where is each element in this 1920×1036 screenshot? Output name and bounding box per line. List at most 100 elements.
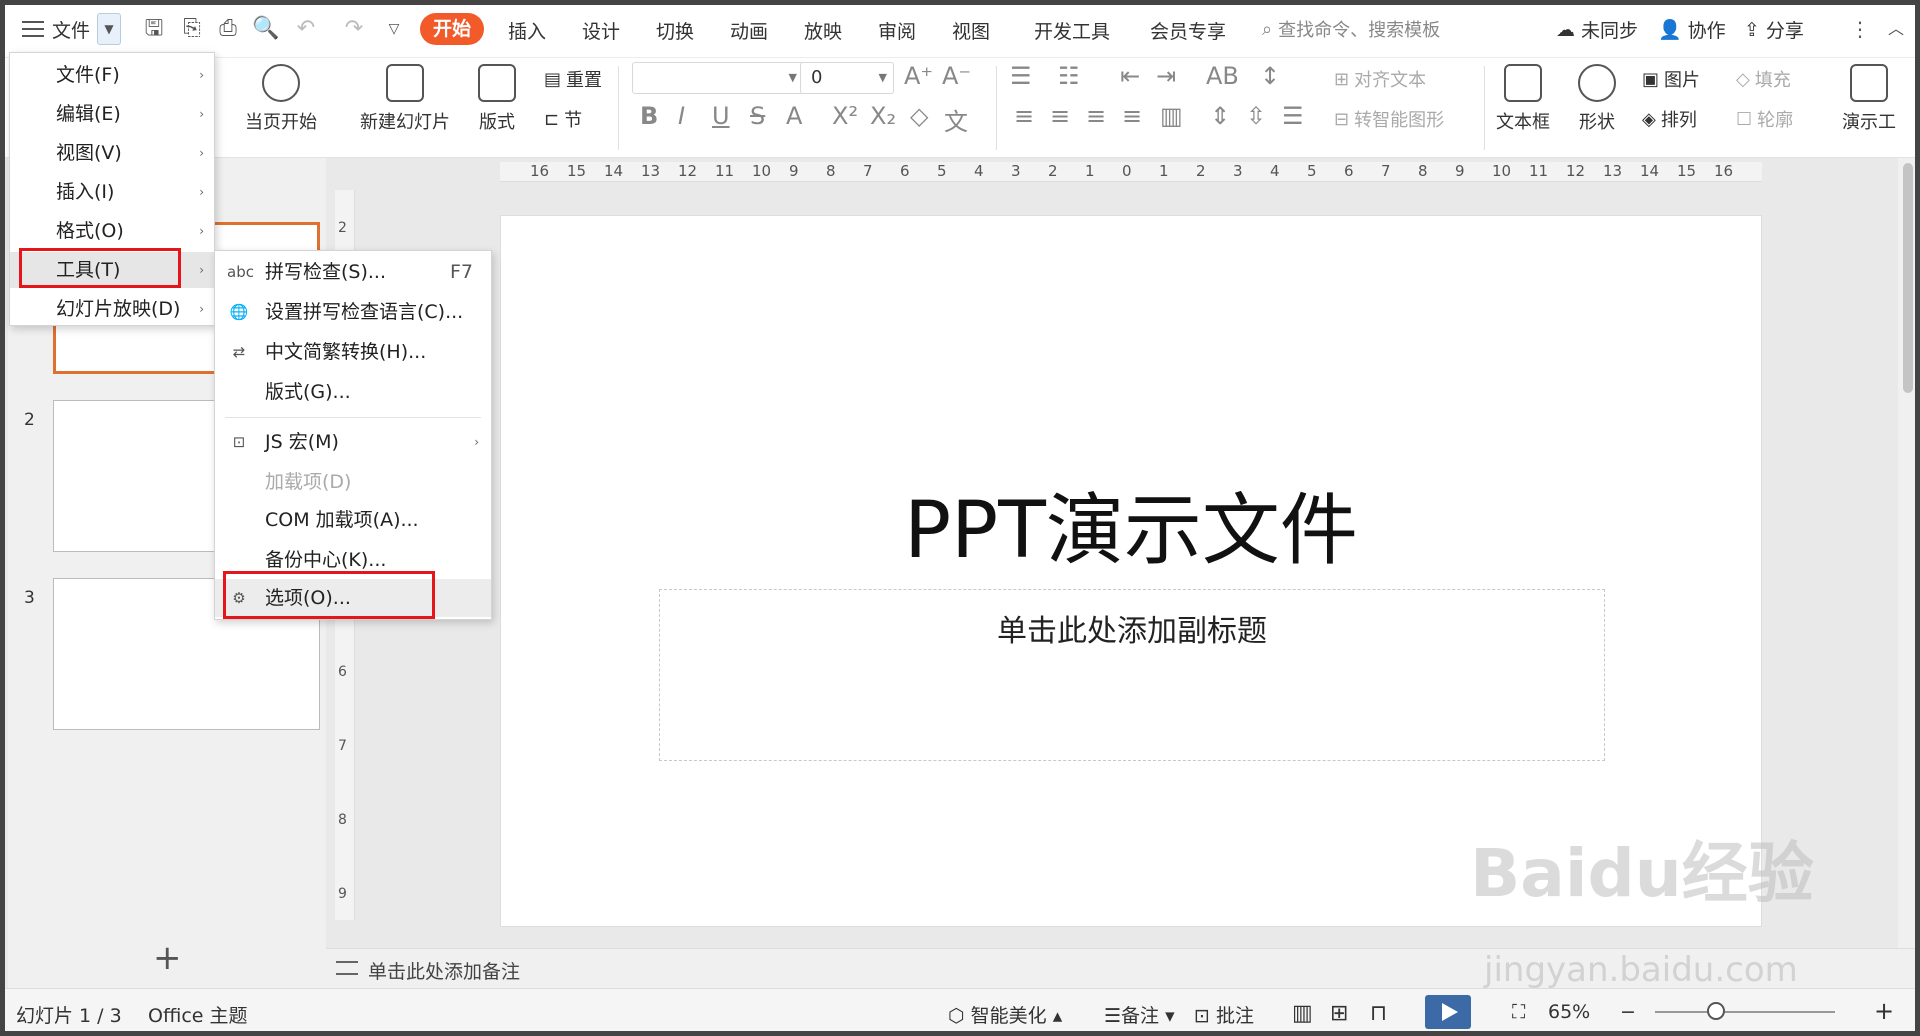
align-center-icon[interactable]: ≡ — [1050, 102, 1070, 130]
justify-icon[interactable]: ≡ — [1122, 102, 1142, 130]
zoom-level[interactable]: 65% — [1548, 1001, 1590, 1023]
addins-item[interactable]: 加载项(D) — [215, 463, 491, 501]
strikethrough-icon[interactable]: S — [750, 102, 765, 130]
font-size-select[interactable]: 0 ▼ — [800, 62, 894, 94]
redo-icon[interactable]: ↷ — [340, 15, 368, 43]
numbering-icon[interactable]: ☷ — [1058, 62, 1080, 90]
tab-animations[interactable]: 动画 — [730, 17, 768, 44]
theme-name[interactable]: Office 主题 — [148, 1001, 248, 1028]
js-macro-label: JS 宏(M) — [265, 431, 339, 453]
notes-toggle[interactable]: ☰备注 ▾ — [1104, 1001, 1175, 1028]
beautify-button[interactable]: ⬡ 智能美化 ▴ — [948, 1001, 1062, 1028]
tab-developer[interactable]: 开发工具 — [1034, 17, 1110, 44]
smart-graphic-button[interactable]: ⊟ 转智能图形 — [1334, 106, 1444, 132]
line-spacing-icon[interactable]: ↕ — [1260, 62, 1280, 90]
zoom-slider-knob[interactable] — [1707, 1002, 1725, 1020]
sorter-view-icon[interactable]: ⊞ — [1330, 1001, 1348, 1026]
arrange-button[interactable]: ◈ 排列 — [1642, 106, 1697, 132]
tab-design[interactable]: 设计 — [582, 17, 620, 44]
js-macro-item[interactable]: ⊡ JS 宏(M) › — [215, 423, 491, 461]
tab-slideshow[interactable]: 放映 — [804, 17, 842, 44]
tab-home[interactable]: 开始 — [420, 13, 484, 45]
command-search[interactable]: ⌕ 查找命令、搜索模板 — [1262, 16, 1440, 42]
tab-transitions[interactable]: 切换 — [656, 17, 694, 44]
align-right-icon[interactable]: ≡ — [1086, 102, 1106, 130]
menu-item-slideshow[interactable]: 幻灯片放映(D) › — [10, 291, 214, 327]
decrease-font-icon[interactable]: A⁻ — [942, 62, 971, 90]
file-dropdown-button[interactable]: ▼ — [97, 13, 121, 45]
subscript-icon[interactable]: X₂ — [870, 102, 896, 130]
tab-view[interactable]: 视图 — [952, 17, 990, 44]
layout-button[interactable]: 版式 — [478, 64, 516, 134]
fill-button[interactable]: ◇ 填充 — [1736, 66, 1791, 92]
align-left-icon[interactable]: ≡ — [1014, 102, 1034, 130]
menu-item-edit[interactable]: 编辑(E) › — [10, 96, 214, 132]
phonetic-icon[interactable]: 文 — [944, 102, 968, 137]
decrease-indent-icon[interactable]: ⇤ — [1120, 62, 1140, 90]
paragraph-spacing-icon[interactable]: ⇕ — [1210, 102, 1230, 130]
picture-button[interactable]: ▣ 图片 — [1642, 66, 1700, 92]
tab-review[interactable]: 审阅 — [878, 17, 916, 44]
chinese-convert-item[interactable]: ⇄ 中文简繁转换(H)... — [215, 333, 491, 371]
subtitle-placeholder-box[interactable]: 单击此处添加副标题 — [659, 589, 1605, 761]
sync-status[interactable]: ☁ 未同步 — [1556, 16, 1638, 43]
section-button[interactable]: ⊏ 节 — [544, 106, 582, 132]
column-icon[interactable]: ☰ — [1282, 102, 1304, 130]
paragraph-spacing2-icon[interactable]: ⇳ — [1246, 102, 1266, 130]
new-slide-button[interactable]: 新建幻灯片 — [360, 64, 450, 134]
zoom-out-icon[interactable]: − — [1620, 1001, 1636, 1023]
print-icon[interactable]: ⎙ — [214, 15, 242, 43]
more-icon[interactable]: ⋮ — [1846, 15, 1874, 43]
from-current-button[interactable]: 当页开始 — [245, 64, 317, 134]
collaborate-button[interactable]: 👤 协作 — [1658, 16, 1726, 43]
share-icon: ⇪ — [1744, 18, 1760, 41]
present-tools-button[interactable]: 演示工 — [1842, 64, 1896, 134]
export-icon[interactable]: ⎘ — [178, 15, 206, 43]
bullets-icon[interactable]: ☰ — [1010, 62, 1032, 90]
font-color-icon[interactable]: A — [786, 102, 802, 130]
reading-view-icon[interactable]: ⊓ — [1370, 1001, 1387, 1026]
undo-icon[interactable]: ↶ — [292, 15, 320, 43]
bold-icon[interactable]: B — [640, 102, 658, 130]
increase-font-icon[interactable]: A⁺ — [904, 62, 933, 90]
zoom-in-icon[interactable]: + — [1874, 997, 1894, 1025]
share-button[interactable]: ⇪ 分享 — [1744, 16, 1804, 43]
menu-item-view[interactable]: 视图(V) › — [10, 135, 214, 171]
superscript-icon[interactable]: X² — [832, 102, 858, 130]
tab-insert[interactable]: 插入 — [508, 17, 546, 44]
menu-item-insert[interactable]: 插入(I) › — [10, 174, 214, 210]
spell-check-item[interactable]: abc 拼写检查(S)... F7 — [215, 253, 491, 291]
slide-title[interactable]: PPT演示文件 — [501, 468, 1761, 580]
clear-format-icon[interactable]: ◇ — [910, 102, 928, 130]
customize-toolbar-icon[interactable]: ▽ — [380, 15, 408, 43]
menu-item-format[interactable]: 格式(O) › — [10, 213, 214, 249]
shape-button[interactable]: 形状 — [1578, 64, 1616, 134]
increase-indent-icon[interactable]: ⇥ — [1156, 62, 1176, 90]
save-icon[interactable]: 🖫 — [140, 15, 168, 43]
layout-item[interactable]: 版式(G)... — [215, 373, 491, 411]
file-menu-button[interactable]: 文件 — [22, 13, 90, 45]
textbox-button[interactable]: 文本框 — [1496, 64, 1550, 134]
underline-icon[interactable]: U — [712, 102, 730, 130]
play-slideshow-button[interactable] — [1425, 995, 1471, 1029]
italic-icon[interactable]: I — [678, 102, 685, 130]
normal-view-icon[interactable]: ▥ — [1292, 1001, 1313, 1026]
menu-item-file[interactable]: 文件(F) › — [10, 57, 214, 93]
align-text-button[interactable]: ⊞ 对齐文本 — [1334, 66, 1426, 92]
reset-button[interactable]: ▤ 重置 — [544, 66, 602, 92]
distribute-icon[interactable]: ▥ — [1160, 102, 1183, 130]
collapse-ribbon-icon[interactable]: ︿ — [1882, 15, 1910, 43]
tab-member[interactable]: 会员专享 — [1150, 17, 1226, 44]
text-direction-icon[interactable]: AB — [1206, 62, 1239, 90]
outline-button[interactable]: ☐ 轮廓 — [1736, 106, 1793, 132]
zoom-slider[interactable] — [1655, 1011, 1835, 1013]
print-preview-icon[interactable]: 🔍 — [252, 15, 280, 43]
fit-window-icon[interactable]: ⛶ — [1512, 1001, 1525, 1023]
spell-language-item[interactable]: 🌐 设置拼写检查语言(C)... — [215, 293, 491, 331]
font-name-select[interactable]: ▼ — [632, 62, 804, 94]
comments-toggle[interactable]: ⊡ 批注 — [1194, 1001, 1254, 1028]
add-slide-icon[interactable]: + — [153, 938, 182, 978]
vertical-scrollbar[interactable] — [1898, 158, 1920, 948]
scrollbar-thumb[interactable] — [1903, 163, 1913, 393]
com-addins-item[interactable]: COM 加载项(A)... — [215, 501, 491, 539]
